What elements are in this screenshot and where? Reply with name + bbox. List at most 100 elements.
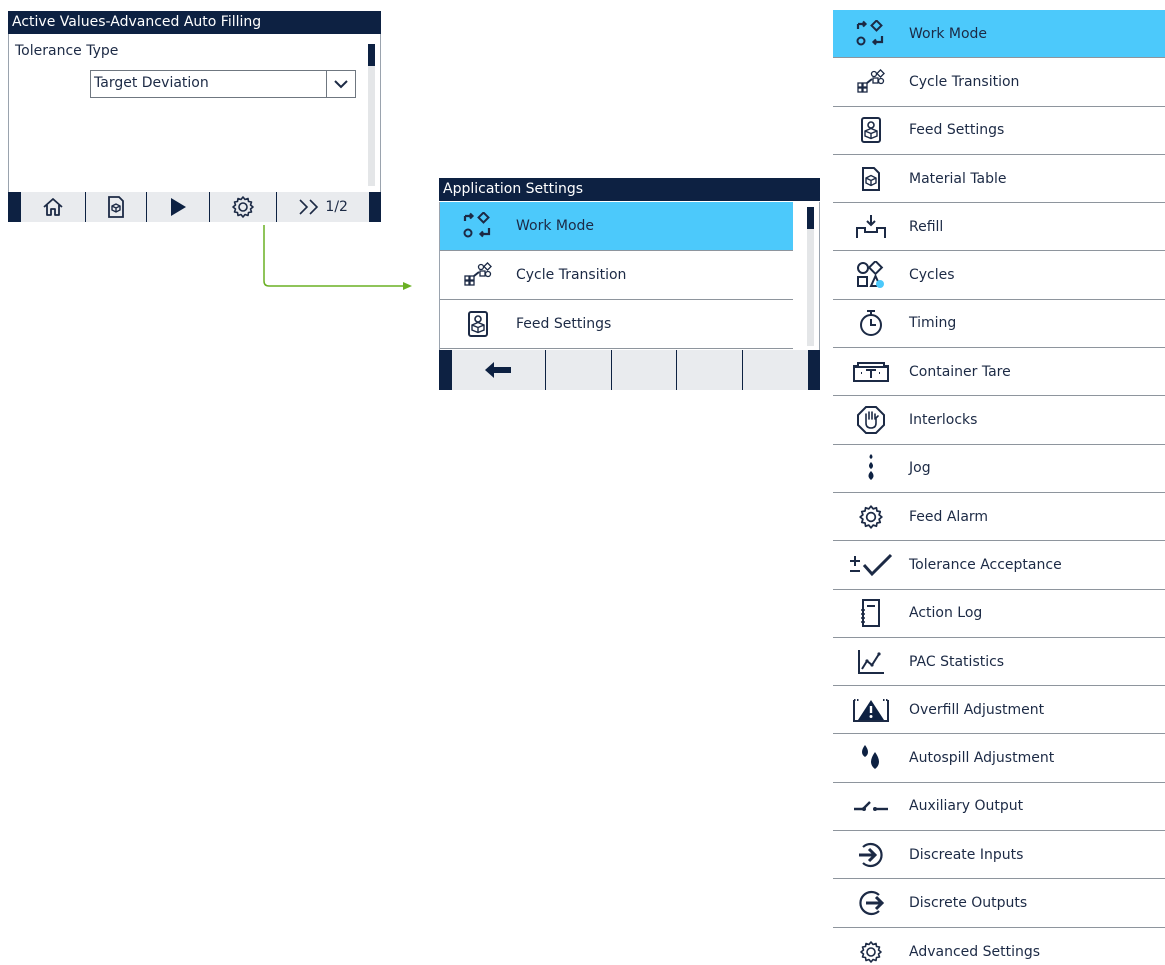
list-item-discreate-inputs[interactable]: Discreate Inputs	[833, 831, 1165, 880]
work-mode-icon	[833, 19, 909, 48]
drops-icon	[833, 744, 909, 772]
settings-softkey[interactable]	[209, 192, 277, 222]
list-item-label: Feed Settings	[909, 122, 1005, 139]
list-item-label: Autospill Adjustment	[909, 750, 1055, 767]
gear-icon	[833, 940, 909, 964]
list-item-timing[interactable]: Timing	[833, 299, 1165, 349]
container-tare-icon	[833, 361, 909, 383]
feed-settings-icon	[440, 311, 516, 337]
scrollbar[interactable]	[807, 207, 814, 346]
list-item-label: Material Table	[909, 170, 1007, 187]
softkey-bar-left-edge	[8, 192, 20, 222]
material-table-icon	[108, 196, 125, 218]
list-item-discrete-outputs[interactable]: Discrete Outputs	[833, 879, 1165, 928]
menu-item-label: Cycle Transition	[516, 267, 627, 283]
menu-item-work-mode[interactable]: Work Mode	[440, 202, 793, 251]
home-softkey[interactable]	[20, 192, 86, 222]
softkey-bar-right-edge	[369, 192, 381, 222]
back-arrow-icon	[485, 362, 512, 378]
list-item-label: Advanced Settings	[909, 943, 1041, 960]
empty-softkey	[544, 350, 611, 390]
list-item-label: Cycles	[909, 267, 955, 284]
softkey-bar-left-edge	[439, 350, 451, 390]
list-item-cycle-transition[interactable]: Cycle Transition	[833, 58, 1165, 107]
cycle-transition-icon	[440, 262, 516, 288]
menu-item-feed-settings[interactable]: Feed Settings	[440, 300, 793, 349]
list-item-refill[interactable]: Refill	[833, 203, 1165, 252]
input-arrow-icon	[833, 841, 909, 869]
list-item-material-table[interactable]: Material Table	[833, 154, 1165, 204]
cycles-icon	[833, 261, 909, 289]
list-item-pac-statistics[interactable]: PAC Statistics	[833, 637, 1165, 687]
list-item-advanced-settings[interactable]: Advanced Settings	[833, 927, 1165, 965]
list-item-label: Jog	[909, 460, 931, 477]
list-item-label: Interlocks	[909, 412, 978, 429]
hand-stop-icon	[833, 406, 909, 435]
screen-title: Application Settings	[439, 178, 820, 201]
list-item-auxiliary-output[interactable]: Auxiliary Output	[833, 782, 1165, 832]
active-values-screen: Active Values-Advanced Auto Filling Tole…	[8, 11, 381, 222]
play-icon	[171, 198, 187, 216]
softkey-bar: 1/2	[8, 192, 381, 222]
jog-drops-icon	[833, 453, 909, 483]
list-item-label: Feed Alarm	[909, 508, 989, 525]
next-page-softkey[interactable]: 1/2	[276, 192, 369, 222]
scrollbar-thumb[interactable]	[368, 44, 375, 66]
list-item-action-log[interactable]: Action Log	[833, 589, 1165, 638]
list-item-label: Refill	[909, 218, 944, 235]
menu-item-label: Work Mode	[516, 218, 595, 234]
list-item-container-tare[interactable]: Container Tare	[833, 348, 1165, 397]
refill-icon	[833, 214, 909, 240]
list-item-tolerance-acceptance[interactable]: Tolerance Acceptance	[833, 541, 1165, 590]
back-softkey[interactable]	[451, 350, 545, 390]
list-item-label: Action Log	[909, 605, 983, 622]
warning-triangle-icon	[833, 697, 909, 723]
log-book-icon	[833, 599, 909, 628]
cycle-transition-icon	[833, 68, 909, 95]
list-item-overfill-adjustment[interactable]: Overfill Adjustment	[833, 686, 1165, 735]
line-graph-icon	[833, 649, 909, 675]
page-indicator: 1/2	[325, 199, 348, 215]
list-item-label: Auxiliary Output	[909, 798, 1024, 815]
scrollbar-thumb[interactable]	[807, 207, 814, 229]
feed-settings-icon	[833, 117, 909, 144]
switch-icon	[833, 798, 909, 814]
list-item-jog[interactable]: Jog	[833, 444, 1165, 493]
list-item-label: Cycle Transition	[909, 73, 1020, 90]
stopwatch-icon	[833, 309, 909, 337]
empty-softkey	[676, 350, 743, 390]
scrollbar[interactable]	[368, 44, 375, 186]
gear-icon	[833, 504, 909, 530]
material-table-softkey[interactable]	[85, 192, 147, 222]
list-item-cycles[interactable]: Cycles	[833, 251, 1165, 300]
screen-body: Work Mode Cycle Transition Feed Settings	[439, 202, 820, 350]
application-settings-full-list: Work Mode Cycle Transition Feed Settings…	[833, 10, 1165, 965]
tolerance-type-label: Tolerance Type	[15, 43, 119, 59]
list-item-label: PAC Statistics	[909, 653, 1005, 670]
menu-item-label: Feed Settings	[516, 316, 612, 332]
dropdown-value: Target Deviation	[94, 75, 209, 91]
tolerance-type-dropdown[interactable]: Target Deviation	[90, 70, 356, 98]
list-item-label: Discrete Outputs	[909, 894, 1028, 911]
screen-body: Tolerance Type Target Deviation	[8, 34, 381, 192]
empty-softkey	[610, 350, 677, 390]
start-softkey[interactable]	[146, 192, 210, 222]
application-settings-screen: Application Settings Work Mode Cycle Tra…	[439, 178, 820, 390]
navigation-arrow	[263, 225, 412, 290]
list-item-label: Overfill Adjustment	[909, 701, 1045, 718]
list-item-label: Tolerance Acceptance	[909, 556, 1062, 573]
double-chevron-right-icon	[299, 199, 319, 215]
list-item-feed-alarm[interactable]: Feed Alarm	[833, 492, 1165, 542]
list-item-work-mode[interactable]: Work Mode	[833, 10, 1165, 59]
output-arrow-icon	[833, 889, 909, 917]
list-item-autospill-adjustment[interactable]: Autospill Adjustment	[833, 734, 1165, 783]
menu-item-cycle-transition[interactable]: Cycle Transition	[440, 251, 793, 300]
chevron-down-icon[interactable]	[326, 71, 355, 97]
list-item-label: Timing	[909, 315, 957, 332]
empty-softkey	[742, 350, 808, 390]
softkey-bar-right-edge	[807, 350, 820, 390]
list-item-feed-settings[interactable]: Feed Settings	[833, 106, 1165, 155]
list-item-interlocks[interactable]: Interlocks	[833, 396, 1165, 445]
screen-title: Active Values-Advanced Auto Filling	[8, 11, 381, 34]
material-table-icon	[833, 166, 909, 191]
